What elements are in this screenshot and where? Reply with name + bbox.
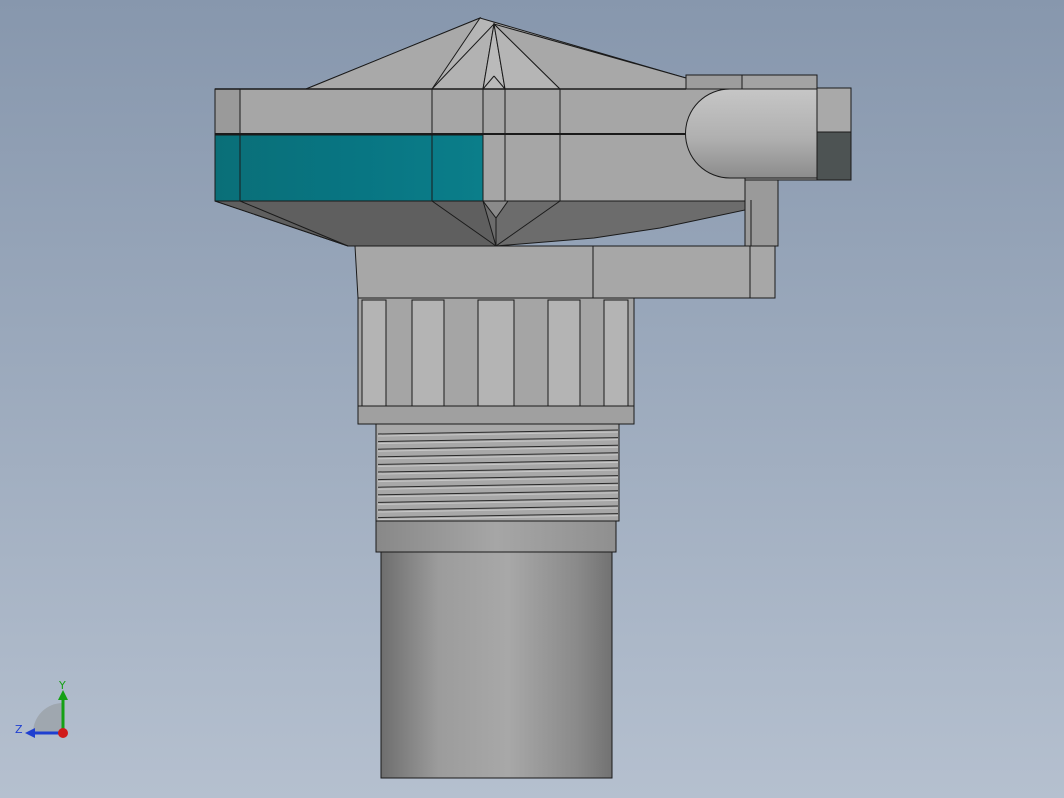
coordinate-triad: Y Z	[15, 679, 68, 738]
knurl-groove	[411, 299, 445, 407]
threaded-section	[375, 423, 620, 522]
bottom-cylinder	[380, 551, 613, 779]
knurl-groove	[477, 299, 515, 407]
knurl-groove	[603, 299, 629, 407]
3d-model-view[interactable]	[0, 0, 1064, 798]
triad-arc-shade	[33, 703, 63, 733]
knurled-nut	[357, 297, 635, 425]
housing-lower-skirt	[214, 200, 746, 247]
graphics-viewport[interactable]: Y Z	[0, 0, 1064, 798]
collar-ring	[375, 520, 617, 553]
z-axis-arrowhead	[25, 728, 35, 738]
housing-neck	[354, 245, 776, 299]
cable-gland	[685, 87, 852, 181]
knurl-groove	[547, 299, 581, 407]
z-axis-label: Z	[15, 723, 23, 736]
faceted-lid	[305, 16, 687, 90]
accent-band	[214, 134, 484, 202]
y-axis-label: Y	[58, 679, 66, 692]
knurl-groove	[361, 299, 387, 407]
triad-origin	[58, 728, 68, 738]
